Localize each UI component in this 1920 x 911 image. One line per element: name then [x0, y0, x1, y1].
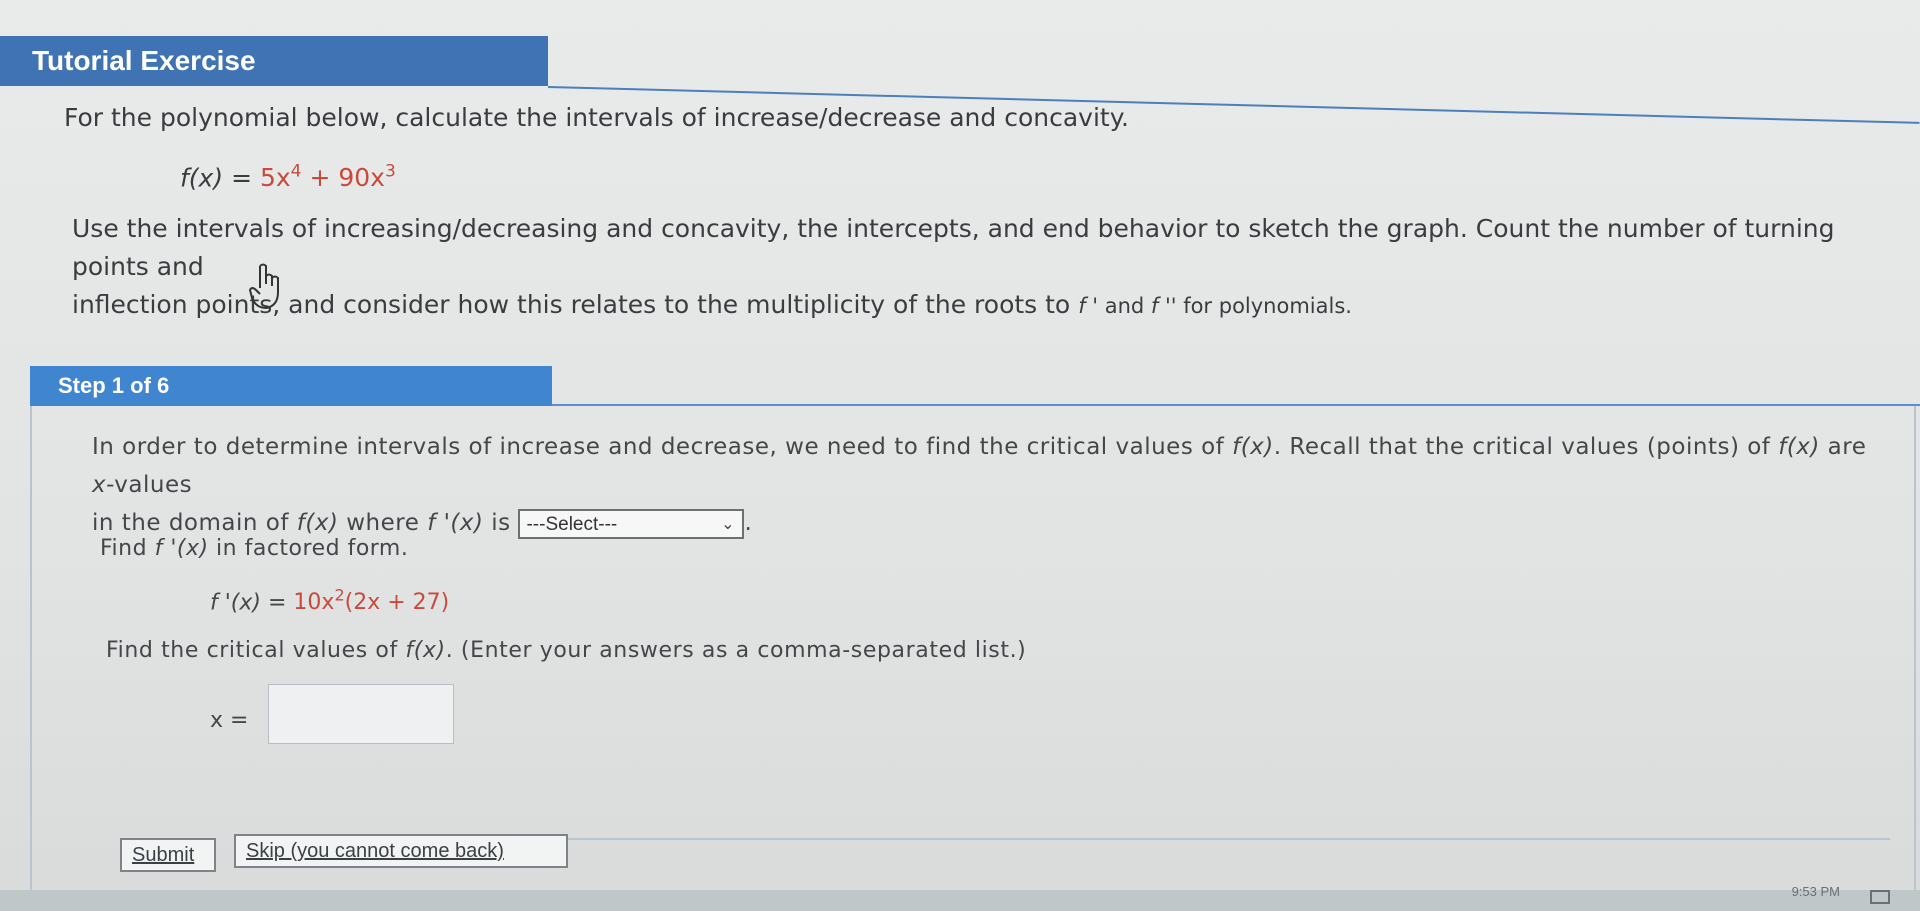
instructions-line1: Use the intervals of increasing/decreasi…: [72, 214, 1835, 281]
derivative-answer: f '(x) = 10x2(2x + 27): [210, 586, 450, 616]
taskbar: [0, 890, 1920, 911]
function-term2: 90x: [338, 163, 385, 193]
function-plus: +: [309, 163, 331, 193]
critical-condition-select[interactable]: ---Select--- ⌄: [518, 508, 745, 539]
function-term1-exponent: 4: [290, 162, 302, 182]
f-prime-symbol: f ': [1078, 294, 1099, 318]
function-term2-exponent: 3: [384, 162, 396, 182]
submit-button[interactable]: Submit: [120, 838, 216, 872]
chevron-down-icon: ⌄: [721, 515, 735, 533]
f-double-prime-symbol: f '': [1150, 294, 1177, 318]
bottom-divider: [565, 838, 1890, 840]
function-term1: 5x: [259, 163, 291, 193]
find-critical-values-prompt: Find the critical values of f(x). (Enter…: [106, 638, 1027, 663]
critical-values-input[interactable]: [268, 684, 454, 744]
taskbar-clock: 9:53 PM: [1791, 884, 1840, 899]
skip-button[interactable]: Skip (you cannot come back): [234, 834, 568, 868]
function-definition: f(x) = 5x4 + 90x3: [180, 162, 396, 192]
notification-icon[interactable]: [1870, 890, 1890, 904]
select-value: ---Select---: [526, 513, 618, 535]
hand-cursor-icon: [248, 263, 279, 310]
find-derivative-prompt: Find f '(x) in factored form.: [100, 536, 409, 561]
x-equals-label: x =: [210, 708, 249, 733]
function-lhs: f(x): [180, 163, 224, 193]
problem-intro: For the polynomial below, calculate the …: [64, 103, 1129, 132]
tutorial-header: Tutorial Exercise: [0, 36, 548, 86]
page: Tutorial Exercise For the polynomial bel…: [0, 0, 1920, 911]
function-equals: =: [231, 163, 253, 193]
instructions-line2: inflection points, and consider how this…: [72, 290, 1352, 319]
problem-instructions: Use the intervals of increasing/decreasi…: [72, 210, 1862, 325]
step-header: Step 1 of 6: [30, 366, 552, 406]
critical-values-explanation: In order to determine intervals of incre…: [92, 428, 1892, 542]
